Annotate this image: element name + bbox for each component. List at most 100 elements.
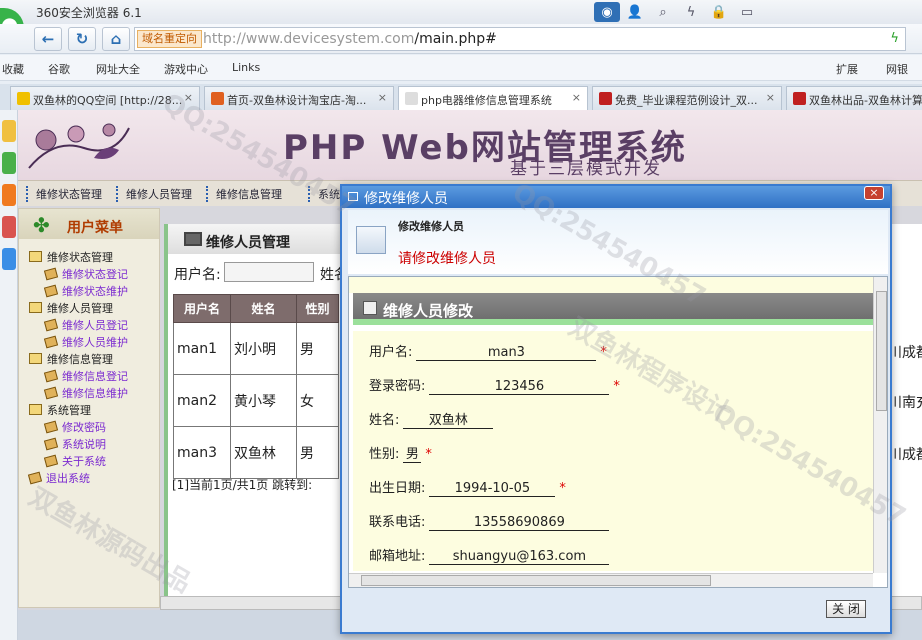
tab-favicon-icon [599,92,612,105]
sidebar-app-icon[interactable] [2,184,16,206]
topnav-item-repair[interactable]: 维修信息管理 [206,186,282,202]
tab-close-icon[interactable]: × [766,91,775,104]
browser-titlebar: 360安全浏览器 6.1 ◉ 👤 ⌕ ϟ 🔒 ▭ [0,0,922,24]
tab-favicon-icon [793,92,806,105]
back-button[interactable]: ← [34,27,62,51]
dialog-info: 修改维修人员 请修改维修人员 [348,210,888,274]
home-button[interactable]: ⌂ [102,27,130,51]
menu-item-staff-manage[interactable]: 维修人员维护 [45,334,128,350]
menu-item-status-manage[interactable]: 维修状态维护 [45,283,128,299]
sidebar-app-icon[interactable] [2,216,16,238]
gender-field[interactable]: 男 [403,443,422,463]
birthday-field[interactable]: 1994-10-05 [429,481,556,497]
menu-item-about[interactable]: 关于系统 [45,453,106,469]
fav-item[interactable]: 扩展 [836,61,858,77]
menu-group-staff[interactable]: 维修人员管理 [29,300,113,316]
fav-item[interactable]: 收藏 [2,61,24,77]
field-row-username: 用户名: man3 * [369,341,607,361]
topnav-item-staff[interactable]: 维修人员管理 [116,186,192,202]
flash-icon[interactable]: ϟ [678,2,704,22]
menu-group-status[interactable]: 维修状态管理 [29,249,113,265]
field-label: 姓名: [369,413,400,428]
refresh-icon: ↻ [75,30,89,48]
scroll-thumb[interactable] [876,291,887,411]
field-row-password: 登录密码: 123456 * [369,375,620,395]
sidebar-app-icon[interactable] [2,120,16,142]
name-field[interactable]: 双鱼林 [403,409,494,429]
fav-item[interactable]: 网址大全 [96,61,140,77]
tab-favicon-icon [211,92,224,105]
browser-toolbar-icons: ◉ 👤 ⌕ ϟ 🔒 ▭ [594,2,760,22]
user-icon[interactable]: 👤 [622,2,648,22]
sidebar-app-icon[interactable] [2,248,16,270]
screenshot-icon[interactable]: ◉ [594,2,620,22]
menu-item-change-password[interactable]: 修改密码 [45,419,106,435]
tab-close-icon[interactable]: × [378,91,387,104]
dialog-close-button[interactable]: × [864,186,884,200]
email-field[interactable]: shuangyu@163.com [429,549,610,565]
window-icon[interactable]: ▭ [734,2,760,22]
scroll-thumb[interactable] [361,575,711,586]
menu-item-system-info[interactable]: 系统说明 [45,436,106,452]
phone-field[interactable]: 13558690869 [429,515,610,531]
dialog-horizontal-scrollbar[interactable] [349,573,873,587]
dialog-titlebar[interactable]: 修改维修人员 × [342,186,890,208]
address-bar[interactable]: 域名重定向 http://www.devicesystem.com/main.p… [134,27,906,51]
required-mark: * [600,345,607,360]
browser-tab[interactable]: 双鱼林出品-双鱼林计算 [786,86,922,110]
fav-item[interactable]: 游戏中心 [164,61,208,77]
pager[interactable]: [1]当前1页/共1页 跳转到: [172,476,312,493]
menu-group-system[interactable]: 系统管理 [29,402,91,418]
tab-close-icon[interactable]: × [184,91,193,104]
lock-icon[interactable]: 🔒 [706,2,732,22]
menu-item-repair-add[interactable]: 维修信息登记 [45,368,128,384]
fav-item[interactable]: Links [232,61,260,74]
cell-gender: 男 [296,426,339,479]
panel-icon [184,232,202,246]
speed-mode-icon[interactable]: ϟ [890,31,899,46]
tab-favicon-icon [405,92,418,105]
table-right-cells: 川成都 川南充 川成都 [888,224,922,608]
username-field[interactable]: man3 [416,345,597,361]
field-row-phone: 联系电话: 13558690869 [369,511,610,531]
dialog-vertical-scrollbar[interactable] [873,277,887,573]
search-username-input[interactable] [224,262,314,282]
edit-form: 用户名: man3 * 登录密码: 123456 * 姓名: 双鱼林 性别: 男 * 出生日期… [353,331,873,575]
menu-item-logout[interactable]: 退出系统 [29,470,90,486]
dialog-title: 修改维修人员 [364,191,448,207]
browser-tab[interactable]: 免费_毕业课程范例设计_双... × [592,86,782,110]
fav-item[interactable]: 谷歌 [48,61,70,77]
browser-title: 360安全浏览器 6.1 [36,6,142,20]
password-field[interactable]: 123456 [429,379,610,395]
sidebar-app-icon[interactable] [2,152,16,174]
browser-tab[interactable]: 双鱼林的QQ空间 [http://28... × [10,86,200,110]
frame-top-strip [349,277,873,293]
browser-tabbar: 双鱼林的QQ空间 [http://28... × 首页-双鱼林设计淘宝店-淘...… [0,84,922,110]
menu-item-staff-add[interactable]: 维修人员登记 [45,317,128,333]
search-icon[interactable]: ⌕ [650,2,676,22]
search-label-username: 用户名: [174,267,221,283]
browser-tab-active[interactable]: php电器维修信息管理系统 × [398,86,588,110]
menu-item-status-add[interactable]: 维修状态登记 [45,266,128,282]
cell-gender: 女 [296,374,339,427]
refresh-button[interactable]: ↻ [68,27,96,51]
table-header-row: 用户名 姓名 性别 [173,294,339,323]
address-url[interactable]: http://www.devicesystem.com/main.php# [203,31,497,47]
cell-address: 川南充 [888,395,922,411]
menu-item-repair-manage[interactable]: 维修信息维护 [45,385,128,401]
fav-item[interactable]: 网银 [886,61,908,77]
tab-close-icon[interactable]: × [572,91,581,104]
clover-icon: ✤ [33,213,50,237]
field-label: 用户名: [369,345,413,360]
topnav-item-system[interactable]: 系统 [308,186,340,202]
topnav-item-status[interactable]: 维修状态管理 [26,186,102,202]
cell-address: 川成都 [888,447,922,463]
site-banner: PHP Web网站管理系统 基于三层模式开发 [18,110,922,180]
menu-header: ✤ 用户菜单 [19,209,159,239]
redirect-tag[interactable]: 域名重定向 [137,30,202,48]
browser-tab[interactable]: 首页-双鱼林设计淘宝店-淘... × [204,86,394,110]
close-button[interactable]: 关 闭 [826,600,866,618]
favorites-bar: 收藏 谷歌 网址大全 游戏中心 Links 扩展 网银 [0,55,922,81]
menu-group-repair[interactable]: 维修信息管理 [29,351,113,367]
table-row: man1 刘小明 男 [173,322,339,375]
